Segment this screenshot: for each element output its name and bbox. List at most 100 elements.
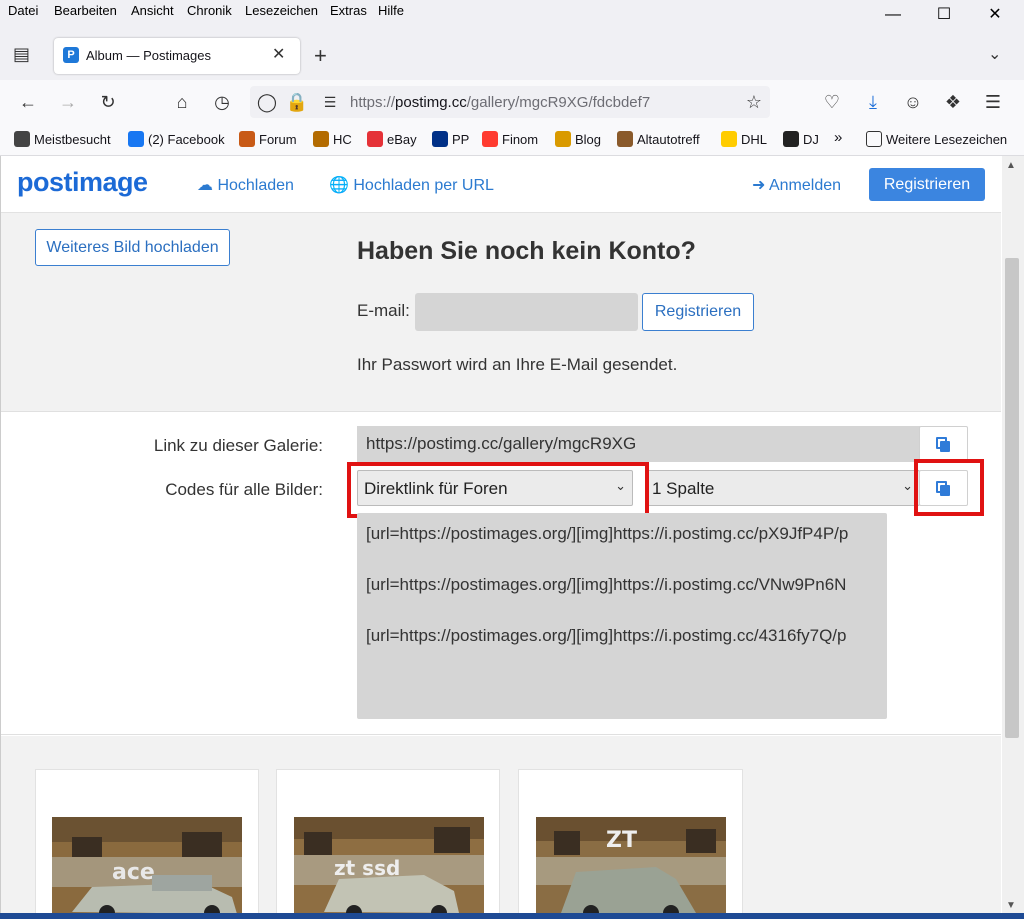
dhl-icon [721,131,737,147]
menu-chronik[interactable]: Chronik [187,3,232,18]
bookmark-label: Forum [259,132,297,147]
home-icon[interactable]: ⌂ [170,90,194,114]
highlight-box-code-type [347,462,649,518]
facebook-icon [128,131,144,147]
car-photo-2: zt ssd [294,817,484,919]
email-field[interactable] [415,293,638,331]
close-window-button[interactable]: ✕ [972,2,1018,28]
bookmark-forum[interactable]: Forum [239,131,297,147]
tab-list-chevron-icon[interactable]: ⌄ [988,44,1001,64]
other-bookmarks-label: Weitere Lesezeichen [886,132,1008,147]
other-bookmarks-folder[interactable]: Weitere Lesezeichen [866,131,1007,147]
forum-icon [239,131,255,147]
register-email-button[interactable]: Registrieren [642,293,754,331]
tab-close-icon[interactable]: ✕ [272,44,285,64]
copy-gallery-link-button[interactable] [919,426,968,462]
postimage-logo[interactable]: postimage [17,167,148,198]
sign-in-icon: ➜ [752,177,766,194]
back-icon[interactable]: ← [16,90,40,114]
bookmark-finom[interactable]: Finom [482,131,538,147]
folder-icon [866,131,882,147]
star-icon [555,131,571,147]
bookmark-meistbesucht[interactable]: Meistbesucht [14,131,111,147]
forward-icon[interactable]: → [56,90,80,114]
history-icon[interactable]: ◷ [210,90,234,114]
finom-icon [482,131,498,147]
bookmark-hc[interactable]: HC [313,131,352,147]
reload-icon[interactable]: ↻ [96,90,120,114]
menu-bearbeiten[interactable]: Bearbeiten [54,3,117,18]
upload-more-button[interactable]: Weiteres Bild hochladen [35,229,230,266]
copy-icon [936,437,950,452]
thumbnail-image-2[interactable]: zt ssd [294,817,484,919]
menu-ansicht[interactable]: Ansicht [131,3,174,18]
menu-extras[interactable]: Extras [330,3,367,18]
bookmark-ebay[interactable]: eBay [367,131,417,147]
car-icon [617,131,633,147]
highlight-box-copy [914,459,984,516]
extensions-icon[interactable]: ❖ [941,90,965,114]
thumbnail-image-1[interactable]: ace [52,817,242,919]
upload-url-label: Hochladen per URL [353,177,494,194]
ebay-icon [367,131,383,147]
thumbnail-image-3[interactable]: ZT [536,817,726,919]
maximize-button[interactable]: ☐ [921,2,967,28]
bookmark-label: eBay [387,132,417,147]
bookmark-star-icon[interactable]: ☆ [742,90,766,114]
postimages-favicon-icon: P [63,47,79,63]
minimize-button[interactable]: — [870,2,916,28]
hc-icon [313,131,329,147]
new-tab-icon[interactable]: + [314,43,327,69]
tab-overview-icon[interactable]: ▤ [13,44,30,65]
site-header [1,156,1001,213]
bookmark-label: Finom [502,132,539,147]
url-path: /gallery/mgcR9XG/fdcbdef7 [466,94,651,111]
bookmarks-overflow-icon[interactable]: » [834,129,842,146]
codes-textarea[interactable]: [url=https://postimages.org/][img]https:… [357,513,887,719]
bookmark-label: Blog [575,132,602,147]
gallery-link-field[interactable]: https://postimg.cc/gallery/mgcR9XG [357,426,920,462]
register-button[interactable]: Registrieren [869,168,985,201]
menu-hilfe[interactable]: Hilfe [378,3,404,18]
svg-text:ZT: ZT [606,828,637,853]
pocket-icon[interactable]: ♡ [820,90,844,114]
login-link[interactable]: ➜ Anmelden [752,175,841,195]
bookmark-altautotreff[interactable]: Altautotreff [617,131,700,147]
menu-hamburger-icon[interactable]: ☰ [981,90,1005,114]
upload-url-link[interactable]: 🌐 Hochladen per URL [329,175,494,195]
bookmark-label: PP [452,132,470,147]
code-line: [url=https://postimages.org/][img]https:… [366,524,849,543]
bookmark-label: Meistbesucht [34,132,111,147]
paypal-icon [432,131,448,147]
scrollbar-thumb[interactable] [1005,258,1019,738]
upload-link[interactable]: ☁ Hochladen [197,175,294,195]
columns-value: 1 Spalte [652,479,715,498]
bookmark-label: DHL [741,132,768,147]
columns-select[interactable]: 1 Spalte ⌄ [645,470,920,506]
menu-datei[interactable]: Datei [8,3,38,18]
permissions-icon[interactable]: ☰ [318,90,342,114]
page-heading: Haben Sie noch kein Konto? [357,237,696,265]
bookmark-pp[interactable]: PP [432,131,469,147]
bookmark-label: Altautotreff [637,132,700,147]
bookmark-dj[interactable]: DJ [783,131,819,147]
bookmark-blog[interactable]: Blog [555,131,601,147]
menu-lesezeichen[interactable]: Lesezeichen [245,3,318,18]
url-text: https://postimg.cc/gallery/mgcR9XG/fdcbd… [350,94,650,111]
shield-icon[interactable]: ◯ [255,90,279,114]
lock-icon[interactable]: 🔒 [285,90,309,114]
code-line: [url=https://postimages.org/][img]https:… [366,575,847,594]
bookmark-label: HC [333,132,352,147]
scroll-down-icon[interactable]: ▼ [1006,900,1016,911]
login-label: Anmelden [768,177,842,194]
code-line: [url=https://postimages.org/][img]https:… [366,626,847,645]
url-prefix: https:// [350,94,396,111]
account-icon[interactable]: ☺ [901,90,925,114]
bookmark-2-facebook[interactable]: (2) Facebook [128,131,225,147]
upload-link-label: Hochladen [217,177,294,194]
logo-part-image: image [72,167,148,197]
bookmark-dhl[interactable]: DHL [721,131,767,147]
logo-part-post: post [17,167,73,197]
downloads-icon[interactable]: ⤓ [861,90,885,114]
scroll-up-icon[interactable]: ▲ [1006,160,1016,171]
